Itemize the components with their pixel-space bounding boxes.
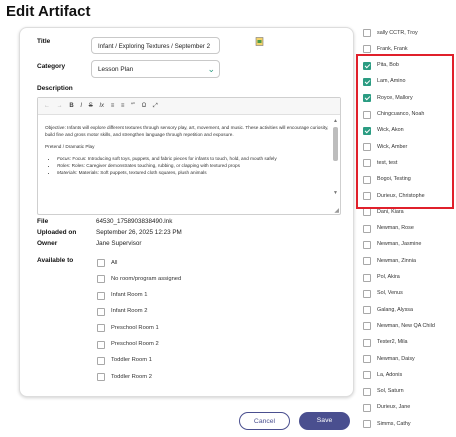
person-checkbox[interactable]: [363, 387, 371, 396]
list-item: Roles: Roles: Caregiver demonstrates tou…: [57, 162, 331, 169]
title-label: Title: [37, 38, 51, 45]
available-to-option-label: Preschool Room 1: [111, 324, 159, 331]
editor-content[interactable]: Objective: Infants will explore differen…: [45, 124, 331, 176]
person-name: Newman, Zinnia: [377, 257, 416, 264]
available-to-checkbox[interactable]: [97, 307, 105, 316]
person-name: Dani, Kiara: [377, 208, 404, 215]
available-to-label: Available to: [37, 257, 74, 264]
person-checkbox[interactable]: [363, 45, 371, 54]
file-label: File: [37, 218, 49, 225]
available-to-checkbox[interactable]: [97, 259, 105, 267]
person-name: La, Adonis: [377, 371, 403, 378]
person-name: Durieux, Jane: [377, 404, 411, 411]
available-to-option-label: Preschool Room 2: [111, 341, 159, 347]
person-checkbox[interactable]: [363, 371, 371, 380]
description-bullets: Focus: Focus: Introducing soft toys, pup…: [45, 155, 331, 176]
category-value: Lesson Plan: [98, 66, 134, 73]
section-heading: Pretend / Dramatic Play: [45, 144, 95, 149]
person-checkbox[interactable]: [363, 289, 371, 298]
person-name: Newman, New QA Child: [377, 322, 435, 329]
person-checkbox[interactable]: [363, 322, 371, 331]
italic-icon[interactable]: I: [80, 98, 82, 114]
person-checkbox[interactable]: [363, 273, 371, 282]
person-name: Tester2, Mila: [377, 339, 408, 346]
person-name: Newman, Rose: [377, 225, 414, 232]
person-checkbox[interactable]: [363, 420, 371, 429]
owner-label: Owner: [37, 240, 58, 247]
person-name: Newman, Daisy: [377, 355, 415, 362]
available-to-option-label: Infant Room 1: [111, 292, 148, 299]
selection-highlight: [356, 54, 454, 209]
list-item: Materials: Materials: Soft puppets, text…: [57, 169, 331, 176]
available-to-option-label: Toddler Room 1: [111, 357, 152, 364]
person-name: sally CCTR, Troy: [377, 29, 418, 36]
chevron-down-icon: ⌄: [207, 64, 215, 74]
person-name: Sol, Venus: [377, 290, 403, 297]
person-name: Newman, Jasmine: [377, 241, 422, 248]
person-checkbox[interactable]: [363, 240, 371, 249]
person-name: Galang, Alyssa: [377, 306, 413, 313]
scroll-down-icon[interactable]: ▼: [333, 190, 338, 196]
owner-value: Jane Supervisor: [96, 240, 142, 247]
person-name: Sol, Saturn: [377, 388, 404, 395]
person-name: Simms, Cathy: [377, 420, 411, 427]
available-to-checkbox[interactable]: [97, 373, 105, 382]
strikethrough-icon[interactable]: S: [89, 98, 93, 114]
bold-icon[interactable]: B: [69, 98, 73, 114]
uploaded-value: September 26, 2025 12:23 PM: [96, 229, 182, 236]
available-to-option-label: No room/program assigned: [111, 275, 182, 282]
resize-handle-icon[interactable]: ◢: [334, 207, 339, 214]
person-checkbox[interactable]: [363, 257, 371, 266]
document-icon[interactable]: [255, 37, 264, 46]
page-title: Edit Artifact: [6, 3, 91, 20]
available-to-checkbox[interactable]: [97, 275, 105, 284]
cancel-button[interactable]: Cancel: [239, 412, 290, 430]
category-label: Category: [37, 63, 66, 70]
editor-toolbar: ← → B I S Ix ≡ ≡ “” Ω ⤢: [38, 98, 340, 115]
available-to-option-label: All: [111, 259, 118, 266]
available-to-checkbox[interactable]: [97, 324, 105, 333]
available-to-checkbox[interactable]: [97, 291, 105, 300]
person-name: Frank, Frank: [377, 45, 408, 52]
category-select[interactable]: Lesson Plan ⌄: [91, 60, 220, 78]
description-editor[interactable]: ← → B I S Ix ≡ ≡ “” Ω ⤢ Objective: Infan…: [37, 97, 341, 215]
editor-scrollbar[interactable]: ▲ ▼: [333, 118, 338, 196]
special-char-icon[interactable]: Ω: [142, 98, 147, 114]
description-label: Description: [37, 85, 73, 92]
available-to-checkbox[interactable]: [97, 340, 105, 349]
redo-icon[interactable]: →: [57, 98, 63, 114]
available-to-option-label: Toddler Room 2: [111, 373, 152, 380]
undo-icon[interactable]: ←: [44, 98, 50, 114]
person-checkbox[interactable]: [363, 355, 371, 363]
person-checkbox[interactable]: [363, 306, 371, 315]
uploaded-label: Uploaded on: [37, 229, 77, 236]
person-checkbox[interactable]: [363, 403, 371, 412]
blockquote-icon[interactable]: “”: [131, 98, 135, 114]
person-checkbox[interactable]: [363, 29, 371, 37]
list-item: Focus: Focus: Introducing soft toys, pup…: [57, 155, 331, 162]
available-to-checkbox[interactable]: [97, 356, 105, 365]
person-checkbox[interactable]: [363, 224, 371, 233]
person-name: Pol, Akira: [377, 274, 400, 280]
title-input[interactable]: Infant / Exploring Textures / September …: [91, 37, 220, 54]
file-value: 64530_1758903838490.lnk: [96, 218, 173, 225]
save-button[interactable]: Save: [299, 412, 350, 430]
clear-format-icon[interactable]: Ix: [99, 98, 104, 114]
numbered-list-icon[interactable]: ≡: [111, 98, 115, 114]
available-to-option-label: Infant Room 2: [111, 308, 148, 315]
maximize-icon[interactable]: ⤢: [153, 98, 158, 114]
bulleted-list-icon[interactable]: ≡: [121, 98, 125, 114]
scrollbar-thumb[interactable]: [333, 127, 338, 161]
person-checkbox[interactable]: [363, 208, 371, 217]
scroll-up-icon[interactable]: ▲: [333, 118, 338, 124]
person-checkbox[interactable]: [363, 338, 371, 347]
objective-text: Objective: Infants will explore differen…: [45, 125, 329, 137]
